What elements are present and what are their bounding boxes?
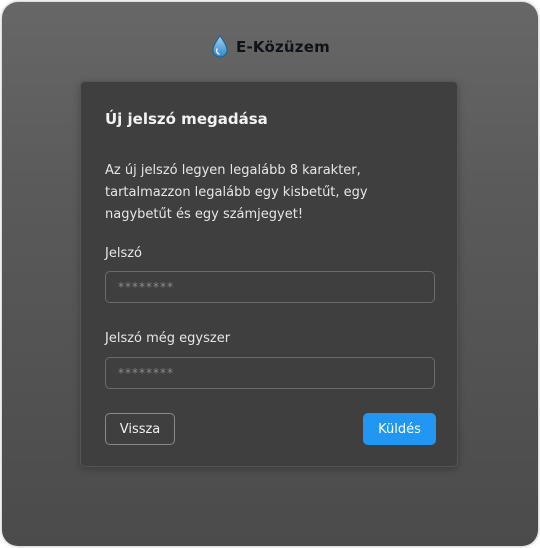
app-window: E-Közüzem Új jelszó megadása Az új jelsz… (2, 2, 538, 546)
water-drop-icon (210, 34, 230, 60)
new-password-card: Új jelszó megadása Az új jelszó legyen l… (80, 81, 458, 467)
brand-header: E-Közüzem (2, 32, 538, 62)
password-input[interactable] (105, 271, 435, 303)
page-title: Új jelszó megadása (105, 110, 268, 128)
send-button[interactable]: Küldés (363, 413, 436, 445)
brand-name: E-Közüzem (236, 38, 330, 56)
password-label: Jelszó (105, 246, 142, 261)
confirm-password-input[interactable] (105, 357, 435, 389)
password-requirements-text: Az új jelszó legyen legalább 8 karakter,… (105, 163, 368, 222)
back-button[interactable]: Vissza (105, 413, 175, 445)
confirm-password-label: Jelszó még egyszer (105, 331, 231, 346)
